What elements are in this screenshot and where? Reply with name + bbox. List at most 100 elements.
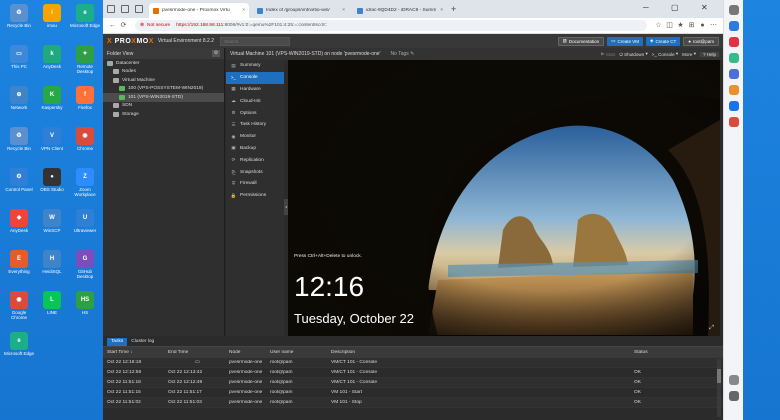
new-tab-button[interactable]: + (451, 4, 456, 14)
desktop-icon[interactable]: K Kaspersky (37, 86, 67, 110)
submenu-item[interactable]: ▦ Hardware (226, 84, 284, 96)
column-header[interactable]: Status (630, 350, 710, 355)
desktop-icon[interactable]: e Microsoft Edge (4, 332, 34, 356)
submenu-item[interactable]: 🔒 Permissions (226, 190, 284, 202)
desktop-icon[interactable]: ◉ Google Chrome (4, 291, 34, 320)
collections-icon[interactable]: ⊞ (686, 20, 697, 31)
more-button[interactable]: More ▾ (682, 51, 696, 57)
bottom-tab[interactable]: Cluster log (127, 338, 158, 346)
tree-item[interactable]: SDN (103, 102, 224, 111)
office-icon[interactable] (728, 117, 739, 127)
split-screen-icon[interactable]: ◫ (664, 20, 675, 31)
tree-item[interactable]: Storage (103, 110, 224, 119)
submenu-item[interactable]: ⎘ Snapshots (226, 166, 284, 178)
desktop-icon[interactable]: ● OBS Studio (37, 168, 67, 192)
search-icon[interactable] (728, 5, 739, 15)
close-tab-icon[interactable]: × (339, 8, 345, 13)
close-tab-icon[interactable]: × (437, 8, 443, 13)
desktop-icon[interactable]: G GitHub Desktop (70, 250, 100, 279)
desktop-icon[interactable]: f Firefox (70, 86, 100, 110)
submenu-item[interactable]: >_ Console (226, 71, 284, 84)
table-row[interactable]: Oct 22 11:51:18 Oct 22 12:12:49 pvesrmode-… (103, 378, 723, 388)
table-row[interactable]: Oct 22 12:12:58 Oct 22 12:13:42 pvesrmode-… (103, 368, 723, 378)
bottom-tab[interactable]: Tasks (107, 337, 128, 346)
column-header[interactable]: User name (266, 350, 327, 355)
create-ct-button[interactable]: ◈ Create CT (645, 36, 681, 46)
desktop-icon[interactable]: i imou (37, 4, 67, 28)
desktop-icon[interactable]: HS HS (70, 291, 100, 315)
desktop-icon[interactable]: ♻ Recycle Bin (4, 4, 34, 28)
desktop-icon[interactable]: ◉ Chrome (70, 127, 100, 151)
task-scrollbar[interactable] (717, 359, 721, 417)
copilot-icon[interactable] (728, 21, 739, 31)
column-header[interactable]: End Time (164, 350, 225, 355)
add-icon[interactable] (728, 375, 739, 385)
desktop-icon[interactable]: ✦ Remote Desktop (70, 45, 100, 74)
table-row[interactable]: Oct 22 12:16:18 pvesrmode-one root@pam VM/C… (103, 358, 723, 368)
browser-tab[interactable]: Index of /groups/vnt/virtio-win/ × (253, 3, 349, 18)
tree-item[interactable]: 100 (VPS-POSSYSTEM-WIN2019) (103, 85, 224, 94)
submenu-item[interactable]: ⚙ Options (226, 107, 284, 119)
person-icon[interactable] (728, 53, 739, 63)
close-window-button[interactable]: ✕ (701, 3, 708, 12)
not-secure-label[interactable]: Not secure (147, 23, 170, 28)
back-icon[interactable]: ← (107, 20, 118, 31)
submenu-item[interactable]: ⟳ Replication (226, 154, 284, 166)
desktop-icon[interactable]: E Everything (4, 250, 34, 274)
no-tags-label[interactable]: No Tags ✎ (391, 51, 415, 57)
column-header[interactable]: Start Time ↓ (103, 350, 164, 355)
outlook-icon[interactable] (728, 101, 739, 111)
desktop-icon[interactable]: H HeidiSQL (37, 250, 67, 274)
tab-sheet-icon[interactable] (135, 5, 143, 13)
browser-tab[interactable]: pvesrmode-one - Proxmox Virtu × (149, 3, 249, 18)
more-icon[interactable]: ⋯ (708, 20, 719, 31)
documentation-button[interactable]: ▥ Documentation (557, 36, 605, 46)
user-menu-button[interactable]: ● root@pam (683, 36, 719, 46)
desktop-icon[interactable]: L LINE (37, 291, 67, 315)
desktop-icon[interactable]: ⊕ Network (4, 86, 34, 110)
desktop-icon[interactable]: V VPN Client (37, 127, 67, 151)
desktop-icon[interactable]: W WinSCP (37, 209, 67, 233)
desktop-icon[interactable]: ⚙ Control Panel (4, 168, 34, 192)
desktop-icon[interactable]: Z Zoom Workplace (70, 168, 100, 197)
vm-console[interactable]: Press Ctrl+Alt+Delete to unlock. 12:16 T… (288, 60, 720, 336)
games-icon[interactable] (728, 85, 739, 95)
table-row[interactable]: Oct 22 11:51:02 Oct 22 11:51:03 pvesrmode-… (103, 398, 723, 408)
refresh-icon[interactable]: ⟳ (118, 20, 129, 31)
warning-icon[interactable]: ⊗ (140, 23, 144, 28)
browser-tab[interactable]: idrac-9QD4D2 - iDRAC9 - Summ × (353, 3, 447, 18)
submenu-item[interactable]: ⛨ Firewall (226, 178, 284, 190)
minimize-button[interactable]: ─ (643, 3, 649, 12)
fullscreen-icon[interactable]: ⤢ (709, 325, 714, 332)
shopping-icon[interactable] (728, 69, 739, 79)
desktop-icon[interactable]: ▭ This PC (4, 45, 34, 69)
maximize-button[interactable]: ▢ (671, 3, 679, 12)
tree-item[interactable]: Nodes (103, 68, 224, 77)
submenu-item[interactable]: ☰ Task History (226, 119, 284, 131)
tree-item[interactable]: Virtual Machine (103, 76, 224, 85)
tab-actions-icon[interactable] (107, 5, 115, 13)
favorites-icon[interactable]: ★ (675, 20, 686, 31)
search-input[interactable] (219, 36, 290, 46)
folder-view-selector[interactable]: Folder View ⚙ (103, 48, 224, 59)
scrollbar-thumb[interactable] (717, 369, 721, 383)
shutdown-button[interactable]: ⏻ Shutdown ▾ (619, 51, 647, 57)
table-row[interactable]: Oct 22 11:51:15 Oct 22 11:51:17 pvesrmode-… (103, 388, 723, 398)
submenu-item[interactable]: ◉ Monitor (226, 131, 284, 143)
desktop-icon[interactable]: ♻ Recycle Bin (4, 127, 34, 151)
tree-item[interactable]: Datacenter (103, 59, 224, 68)
submenu-item[interactable]: ▤ Summary (226, 60, 284, 72)
pencil-icon[interactable]: ✎ (410, 51, 414, 57)
desktop-icon[interactable]: U Ultraviewer (70, 209, 100, 233)
tag-icon[interactable] (728, 37, 739, 47)
close-tab-icon[interactable]: × (239, 8, 245, 13)
profile-icon[interactable]: ● (697, 20, 708, 31)
create-vm-button[interactable]: ▭ Create VM (607, 36, 643, 46)
help-button[interactable]: ? Help (699, 51, 719, 57)
tree-item[interactable]: 101 (VPS-WIN2019-STD) (103, 93, 224, 102)
desktop-icon[interactable]: ◆ AnyDesk (4, 209, 34, 233)
column-header[interactable]: Node (225, 350, 266, 355)
address-bar[interactable]: ⊗ Not secure https://192.168.98.111 :800… (135, 20, 647, 31)
star-icon[interactable]: ☆ (653, 20, 664, 31)
submenu-item[interactable]: ☁ Cloud-Init (226, 95, 284, 107)
